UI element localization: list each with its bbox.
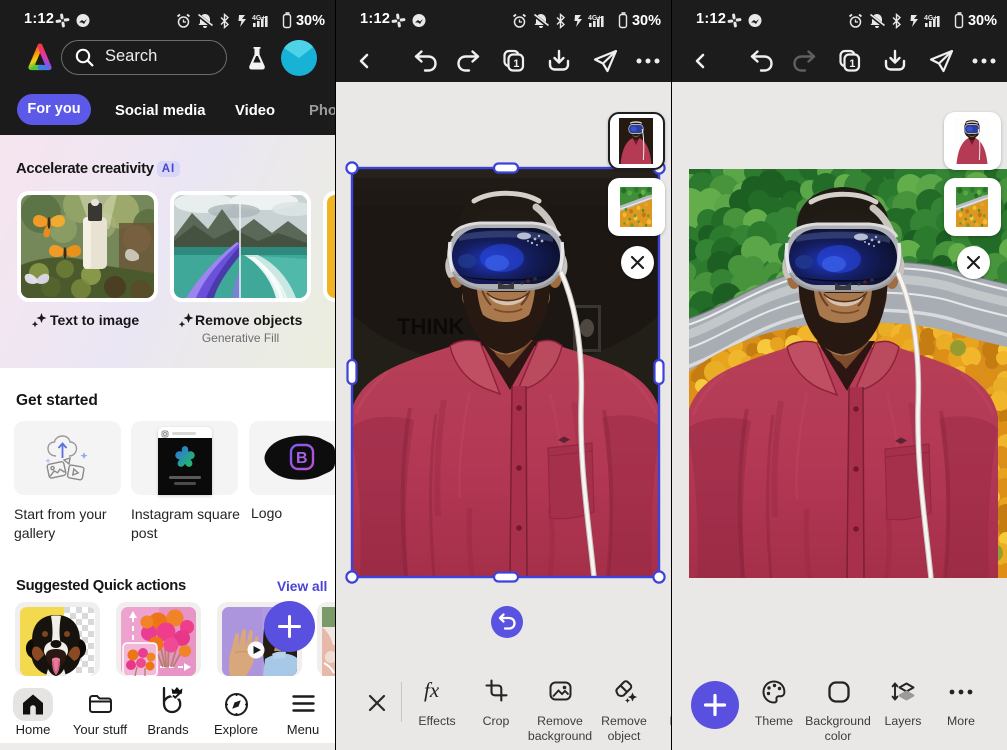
svg-text:B: B <box>296 450 308 467</box>
svg-text:1: 1 <box>849 58 855 70</box>
svg-text:1: 1 <box>513 58 519 70</box>
